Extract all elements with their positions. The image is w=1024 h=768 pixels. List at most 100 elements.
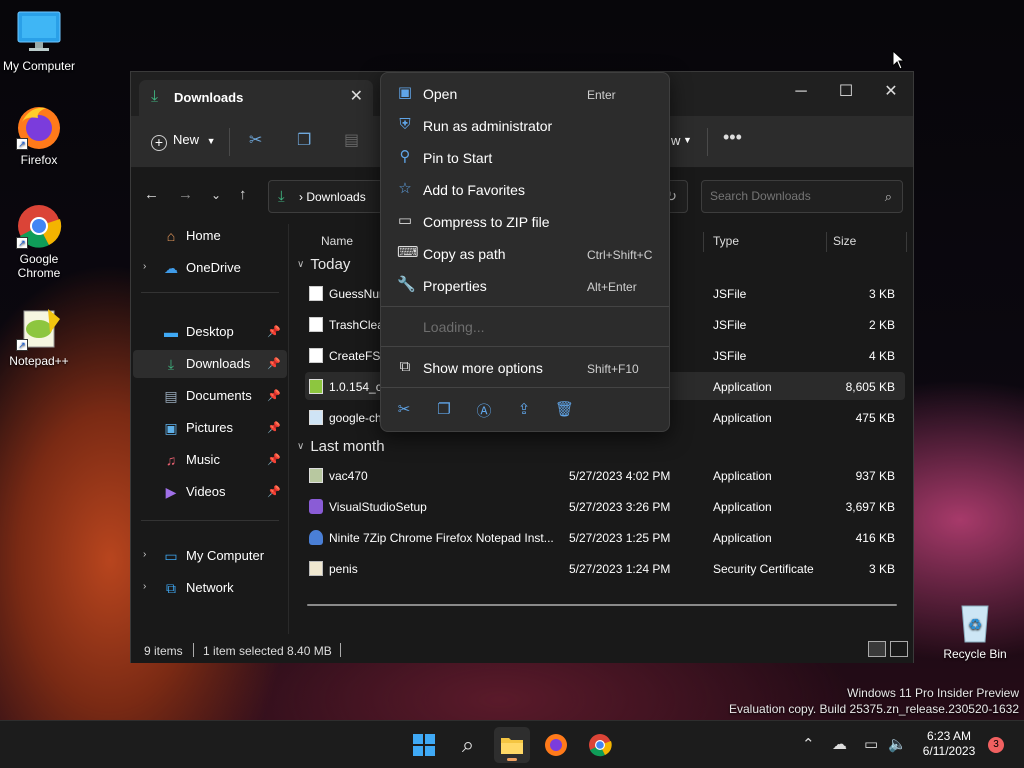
nav-label: Home — [186, 228, 221, 243]
breadcrumb[interactable]: › Downloads — [299, 190, 366, 204]
menu-item-properties[interactable]: 🔧 Properties Alt+Enter — [385, 271, 665, 301]
file-type: Application — [713, 531, 772, 545]
menu-item-open[interactable]: ▣ Open Enter — [385, 79, 665, 109]
pin-icon[interactable]: 📌 — [267, 453, 281, 466]
visual-studio-icon — [309, 499, 323, 514]
desktop-icon-google-chrome[interactable]: ↗ Google Chrome — [1, 203, 77, 280]
file-type: Application — [713, 500, 772, 514]
chevron-right-icon[interactable]: › — [143, 549, 146, 560]
file-size: 3,697 KB — [845, 500, 895, 514]
more-options-icon: ⧉ — [399, 358, 411, 375]
delete-icon[interactable]: 🗑 — [555, 400, 574, 418]
nav-divider — [141, 520, 279, 521]
pin-icon[interactable]: 📌 — [267, 485, 281, 498]
cut-icon[interactable]: ✂ — [249, 130, 262, 150]
minimize-button[interactable]: ─ — [781, 78, 821, 106]
chrome-icon: ↗ — [16, 203, 62, 249]
pictures-icon: ▣ — [164, 420, 178, 436]
horizontal-scrollbar[interactable] — [307, 604, 897, 606]
tab-downloads[interactable]: ⤓ Downloads ✕ — [139, 80, 373, 116]
table-row[interactable]: Ninite 7Zip Chrome Firefox Notepad Inst.… — [305, 523, 905, 551]
nav-item-documents[interactable]: ▤ Documents 📌 — [133, 382, 287, 410]
star-icon: ☆ — [398, 180, 412, 197]
copy-path-icon: ⌨ — [397, 244, 419, 261]
close-window-button[interactable]: ✕ — [871, 78, 911, 106]
chevron-right-icon[interactable]: › — [143, 581, 146, 592]
copy-icon[interactable]: ❐ — [297, 130, 311, 150]
pin-icon[interactable]: 📌 — [267, 421, 281, 434]
application-icon — [309, 379, 323, 394]
show-hidden-icons-chevron[interactable]: ⌃ — [802, 735, 815, 753]
chrome-taskbar-button[interactable] — [582, 727, 618, 763]
rename-icon[interactable]: Ⓐ — [475, 400, 493, 420]
file-type: JSFile — [713, 349, 747, 363]
table-row[interactable]: vac470 5/27/2023 4:02 PM Application 937… — [305, 461, 905, 489]
file-name: google-ch — [329, 411, 382, 425]
menu-divider — [381, 346, 669, 347]
search-box[interactable]: ⌕ — [701, 180, 903, 213]
cloud-offline-icon[interactable]: ☁ — [832, 735, 847, 753]
desktop-icon-recycle-bin[interactable]: ♻ Recycle Bin — [937, 598, 1013, 661]
file-date: 5/27/2023 4:02 PM — [569, 469, 671, 483]
start-button[interactable] — [406, 727, 442, 763]
menu-item-compress-to-zip[interactable]: ▭ Compress to ZIP file — [385, 207, 665, 237]
share-icon[interactable]: ⇪ — [515, 400, 533, 418]
file-explorer-button[interactable] — [494, 727, 530, 763]
back-arrow-icon[interactable]: ← — [144, 186, 159, 203]
menu-item-copy-as-path[interactable]: ⌨ Copy as path Ctrl+Shift+C — [385, 239, 665, 269]
pin-icon[interactable]: 📌 — [267, 357, 281, 370]
cut-icon[interactable]: ✂ — [395, 400, 413, 418]
chevron-down-icon: ▼ — [683, 135, 692, 145]
search-input[interactable] — [710, 189, 870, 203]
desktop-icon-firefox[interactable]: ↗ Firefox — [1, 104, 77, 167]
nav-item-downloads[interactable]: ⤓ Downloads 📌 — [133, 350, 287, 378]
nav-item-onedrive[interactable]: › ☁ OneDrive — [133, 254, 287, 282]
search-button[interactable]: ⌕ — [450, 727, 486, 763]
copy-icon[interactable]: ❐ — [435, 400, 453, 418]
volume-icon[interactable]: 🔈 — [888, 735, 907, 753]
forward-arrow-icon[interactable]: → — [178, 186, 193, 203]
notification-badge[interactable]: 3 — [988, 737, 1004, 753]
group-today[interactable]: ∨ Today — [297, 256, 350, 273]
group-last-month[interactable]: ∨ Last month — [297, 438, 385, 455]
more-options-icon[interactable]: ••• — [723, 127, 742, 148]
file-size: 8,605 KB — [845, 380, 895, 394]
network-icon[interactable]: ▭ — [864, 735, 878, 753]
nav-item-home[interactable]: ⌂ Home — [133, 222, 287, 250]
open-icon: ▣ — [397, 84, 413, 101]
menu-divider — [381, 306, 669, 307]
nav-item-desktop[interactable]: ▬ Desktop 📌 — [133, 318, 287, 346]
nav-item-music[interactable]: ♫ Music 📌 — [133, 446, 287, 474]
pin-icon[interactable]: 📌 — [267, 325, 281, 338]
chevron-down-icon[interactable]: ⌄ — [211, 188, 221, 202]
details-view-button[interactable] — [868, 641, 886, 657]
menu-item-show-more-options[interactable]: ⧉ Show more options Shift+F10 — [385, 353, 665, 383]
toolbar-divider — [707, 128, 708, 156]
nav-item-pictures[interactable]: ▣ Pictures 📌 — [133, 414, 287, 442]
maximize-button[interactable]: ☐ — [826, 78, 866, 106]
nav-label: Network — [186, 580, 234, 595]
menu-item-pin-to-start[interactable]: ⚲ Pin to Start — [385, 143, 665, 173]
nav-item-network[interactable]: › ⧉ Network — [133, 574, 287, 602]
clock[interactable]: 6:23 AM 6/11/2023 — [918, 729, 980, 759]
desktop-icon-notepad-plus-plus[interactable]: ↗ Notepad++ — [1, 305, 77, 368]
table-row[interactable]: penis 5/27/2023 1:24 PM Security Certifi… — [305, 554, 905, 582]
tiles-view-button[interactable] — [890, 641, 908, 657]
chevron-right-icon[interactable]: › — [143, 261, 146, 272]
desktop-icon-label: Google Chrome — [17, 252, 61, 280]
nav-item-my-computer[interactable]: › ▭ My Computer — [133, 542, 287, 570]
up-arrow-icon[interactable]: ↑ — [239, 186, 247, 203]
nav-item-videos[interactable]: ▶ Videos 📌 — [133, 478, 287, 506]
paste-icon[interactable]: ▤ — [344, 130, 359, 150]
pin-icon[interactable]: 📌 — [267, 389, 281, 402]
menu-item-add-to-favorites[interactable]: ☆ Add to Favorites — [385, 175, 665, 205]
new-button[interactable]: + New ▼ — [151, 132, 216, 151]
column-header-type[interactable]: Type — [713, 234, 739, 270]
column-header-size[interactable]: Size — [833, 234, 856, 270]
firefox-taskbar-button[interactable] — [538, 727, 574, 763]
close-tab-icon[interactable]: ✕ — [350, 86, 363, 106]
table-row[interactable]: VisualStudioSetup 5/27/2023 3:26 PM Appl… — [305, 492, 905, 520]
desktop-icon-my-computer[interactable]: My Computer — [1, 10, 77, 73]
menu-item-run-as-administrator[interactable]: ⛨ Run as administrator — [385, 111, 665, 141]
view-menu-partial[interactable]: w — [671, 133, 680, 148]
